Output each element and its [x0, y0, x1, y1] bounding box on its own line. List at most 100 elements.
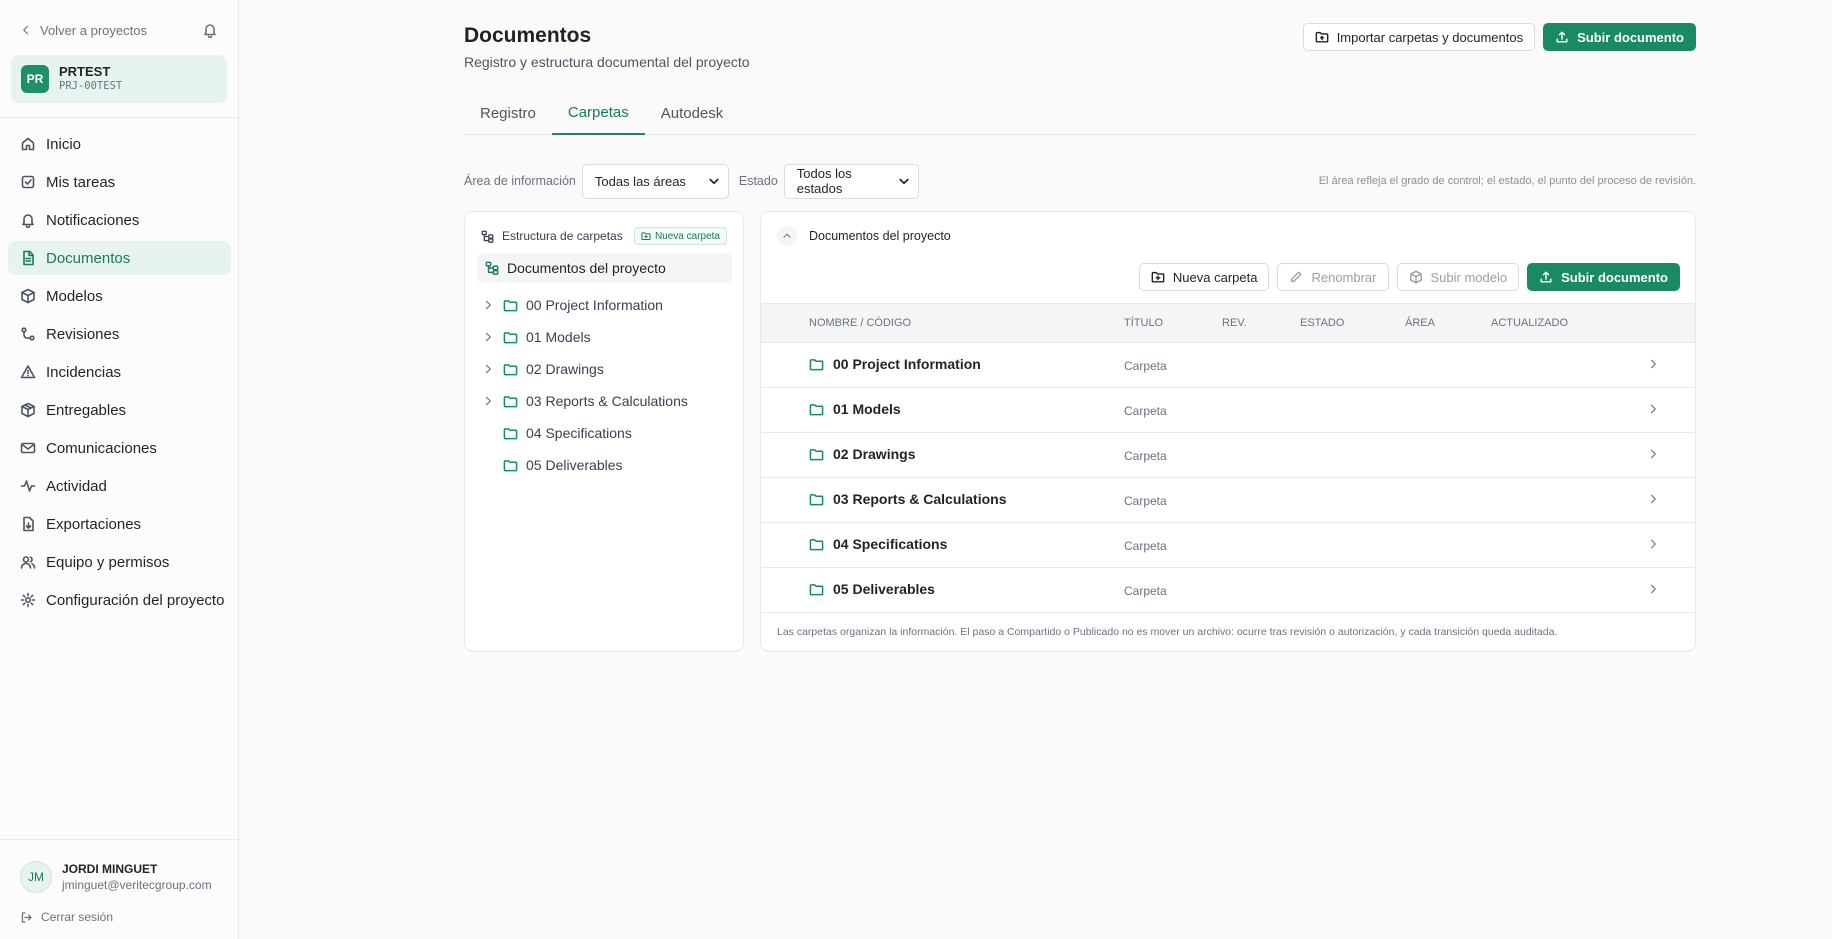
table-row[interactable]: 01 Models Carpeta: [761, 388, 1695, 433]
column-header-updated[interactable]: ACTUALIZADO: [1491, 317, 1568, 329]
sidebar-item-label: Exportaciones: [46, 515, 142, 533]
sidebar-item-notificaciones[interactable]: Notificaciones: [8, 203, 231, 237]
status-filter-value: Todos los estados: [796, 166, 852, 196]
column-header-title[interactable]: TÍTULO: [1124, 317, 1163, 329]
table-row[interactable]: 02 Drawings Carpeta: [761, 433, 1695, 478]
folder-icon: [503, 362, 518, 377]
sidebar-item-entregables[interactable]: Entregables: [8, 393, 231, 427]
sidebar-item-revisiones[interactable]: Revisiones: [8, 317, 231, 351]
back-to-projects-link[interactable]: Volver a proyectos: [20, 23, 147, 38]
sidebar-item-configuracion[interactable]: Configuración del proyecto: [8, 583, 231, 617]
table-row[interactable]: 00 Project Information Carpeta: [761, 343, 1695, 388]
folder-plus-icon: [1151, 270, 1165, 284]
project-selector[interactable]: PR PRTEST PRJ-00TEST: [11, 55, 227, 103]
tab-autodesk[interactable]: Autodesk: [645, 100, 740, 135]
user-info: JM JORDI MINGUET jminguet@veritecgroup.c…: [20, 861, 212, 893]
chevron-right-icon[interactable]: [481, 330, 495, 344]
status-filter-select[interactable]: Todos los estados: [783, 163, 919, 199]
column-header-rev[interactable]: REV.: [1222, 317, 1247, 329]
sidebar-item-comunicaciones[interactable]: Comunicaciones: [8, 431, 231, 465]
column-header-area[interactable]: ÁREA: [1405, 317, 1435, 329]
sidebar-item-documentos[interactable]: Documentos: [8, 241, 231, 275]
header-actions: Importar carpetas y documentos Subir doc…: [1302, 23, 1696, 51]
sidebar-item-actividad[interactable]: Actividad: [8, 469, 231, 503]
tree-item[interactable]: 02 Drawings: [481, 353, 688, 385]
upload-document-label: Subir documento: [1577, 29, 1684, 45]
upload-document-button[interactable]: Subir documento: [1527, 263, 1680, 291]
file-icon: [20, 250, 36, 266]
user-email: jminguet@veritecgroup.com: [62, 878, 212, 892]
row-name-label: 00 Project Information: [833, 356, 981, 372]
upload-model-button[interactable]: Subir modelo: [1396, 263, 1520, 291]
new-folder-button[interactable]: Nueva carpeta: [1138, 263, 1270, 291]
sidebar-item-incidencias[interactable]: Incidencias: [8, 355, 231, 389]
import-folders-button[interactable]: Importar carpetas y documentos: [1302, 23, 1536, 51]
gear-icon: [20, 592, 36, 608]
sidebar-item-modelos[interactable]: Modelos: [8, 279, 231, 313]
row-title: Carpeta: [1124, 584, 1167, 598]
logout-button[interactable]: Cerrar sesión: [20, 910, 113, 924]
column-header-status[interactable]: ESTADO: [1300, 317, 1344, 329]
chevron-right-icon[interactable]: [481, 298, 495, 312]
chevron-right-icon[interactable]: [1647, 448, 1659, 460]
collapse-button[interactable]: [777, 226, 797, 246]
tree-item[interactable]: 04 Specifications: [481, 417, 688, 449]
chevron-right-icon[interactable]: [1647, 358, 1659, 370]
row-name-label: 01 Models: [833, 401, 901, 417]
table-row[interactable]: 04 Specifications Carpeta: [761, 523, 1695, 568]
tree-item[interactable]: 03 Reports & Calculations: [481, 385, 688, 417]
chevron-right-icon[interactable]: [1647, 538, 1659, 550]
chevron-right-icon[interactable]: [1647, 403, 1659, 415]
row-name: 04 Specifications: [809, 536, 947, 552]
chevron-right-icon[interactable]: [481, 362, 495, 376]
chevron-right-icon[interactable]: [1647, 583, 1659, 595]
new-folder-chip-button[interactable]: Nueva carpeta: [633, 227, 727, 245]
notifications-bell-icon[interactable]: [202, 22, 218, 38]
folder-tree-icon: [481, 230, 494, 243]
package-icon: [20, 402, 36, 418]
back-to-projects-label: Volver a proyectos: [40, 22, 147, 38]
row-name: 01 Models: [809, 401, 901, 417]
folder-tree-panel: Estructura de carpetas Nueva carpeta Doc…: [464, 211, 744, 652]
folder-contents-title: Documentos del proyecto: [809, 229, 951, 243]
tree-item[interactable]: 05 Deliverables: [481, 449, 688, 481]
table-body: 00 Project Information Carpeta 01 Models…: [761, 343, 1695, 613]
sidebar-item-label: Comunicaciones: [46, 439, 157, 457]
tree-item[interactable]: 00 Project Information: [481, 289, 688, 321]
table-row[interactable]: 05 Deliverables Carpeta: [761, 568, 1695, 613]
sidebar-item-inicio[interactable]: Inicio: [8, 127, 231, 161]
table-row[interactable]: 03 Reports & Calculations Carpeta: [761, 478, 1695, 523]
area-filter-value: Todas las áreas: [594, 173, 686, 189]
tree-root-item[interactable]: Documentos del proyecto: [477, 253, 732, 283]
tab-registro[interactable]: Registro: [464, 100, 552, 135]
rename-label: Renombrar: [1311, 269, 1377, 285]
column-header-name[interactable]: NOMBRE / CÓDIGO: [809, 317, 911, 329]
rename-button[interactable]: Renombrar: [1277, 263, 1389, 291]
row-name: 03 Reports & Calculations: [809, 491, 1007, 507]
tab-carpetas[interactable]: Carpetas: [551, 100, 645, 135]
row-name: 02 Drawings: [809, 446, 915, 462]
chevron-right-icon[interactable]: [481, 394, 495, 408]
folder-actions: Nueva carpeta Renombrar Subir modelo Sub…: [1138, 263, 1680, 291]
page-subtitle: Registro y estructura documental del pro…: [464, 54, 750, 70]
upload-document-button[interactable]: Subir documento: [1543, 23, 1696, 51]
row-name-label: 04 Specifications: [833, 536, 948, 552]
tree-item[interactable]: 01 Models: [481, 321, 688, 353]
area-filter-select[interactable]: Todas las áreas: [581, 163, 729, 199]
folder-plus-icon: [641, 231, 651, 241]
folder-tree-icon: [485, 261, 499, 275]
tree-item-label: 02 Drawings: [526, 361, 604, 377]
page-title: Documentos: [464, 24, 592, 47]
tree-item-label: 00 Project Information: [526, 297, 663, 313]
folder-icon: [503, 298, 518, 313]
folder-icon: [503, 458, 518, 473]
mail-icon: [20, 440, 36, 456]
sidebar-item-label: Incidencias: [46, 363, 122, 381]
sidebar-item-mis-tareas[interactable]: Mis tareas: [8, 165, 231, 199]
sidebar-item-exportaciones[interactable]: Exportaciones: [8, 507, 231, 541]
filter-hint: El área refleja el grado de control; el …: [1318, 175, 1696, 187]
tree-item-label: 05 Deliverables: [526, 457, 623, 473]
project-name: PRTEST: [59, 64, 111, 79]
chevron-right-icon[interactable]: [1647, 493, 1659, 505]
sidebar-item-equipo-y-permisos[interactable]: Equipo y permisos: [8, 545, 231, 579]
